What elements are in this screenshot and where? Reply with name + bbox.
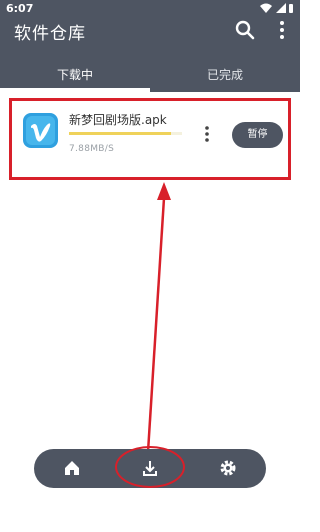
more-vert-icon [280, 21, 284, 39]
download-progress-bar [69, 132, 182, 135]
tab-indicator [0, 88, 150, 92]
wifi-battery-icon [260, 3, 293, 13]
progress-fill [69, 132, 171, 135]
search-icon [235, 20, 255, 40]
app-header: 6:07 软件仓库 下载中 已完成 [0, 0, 300, 92]
download-speed: 7.88MB/S [69, 144, 115, 154]
pause-button[interactable]: 暂停 [232, 122, 283, 148]
file-name: 新梦回剧场版.apk [69, 113, 167, 127]
download-highlight-circle [115, 446, 185, 488]
nav-settings-button[interactable] [208, 449, 248, 488]
status-time: 6:07 [6, 2, 34, 15]
tab-downloading[interactable]: 下载中 [0, 58, 150, 92]
more-vert-icon [205, 126, 209, 142]
nav-home-button[interactable] [52, 449, 92, 488]
status-bar: 6:07 [0, 0, 300, 16]
item-more-button[interactable] [200, 124, 214, 144]
download-list-item[interactable]: 新梦回剧场版.apk 7.88MB/S 暂停 [9, 98, 291, 180]
app-icon [23, 113, 58, 148]
tab-completed[interactable]: 已完成 [150, 58, 300, 92]
overflow-menu-button[interactable] [270, 18, 294, 42]
vimeo-v-icon [31, 123, 51, 142]
settings-icon [220, 460, 236, 476]
home-icon [65, 461, 79, 475]
search-button[interactable] [233, 18, 257, 42]
page-title: 软件仓库 [14, 24, 86, 44]
